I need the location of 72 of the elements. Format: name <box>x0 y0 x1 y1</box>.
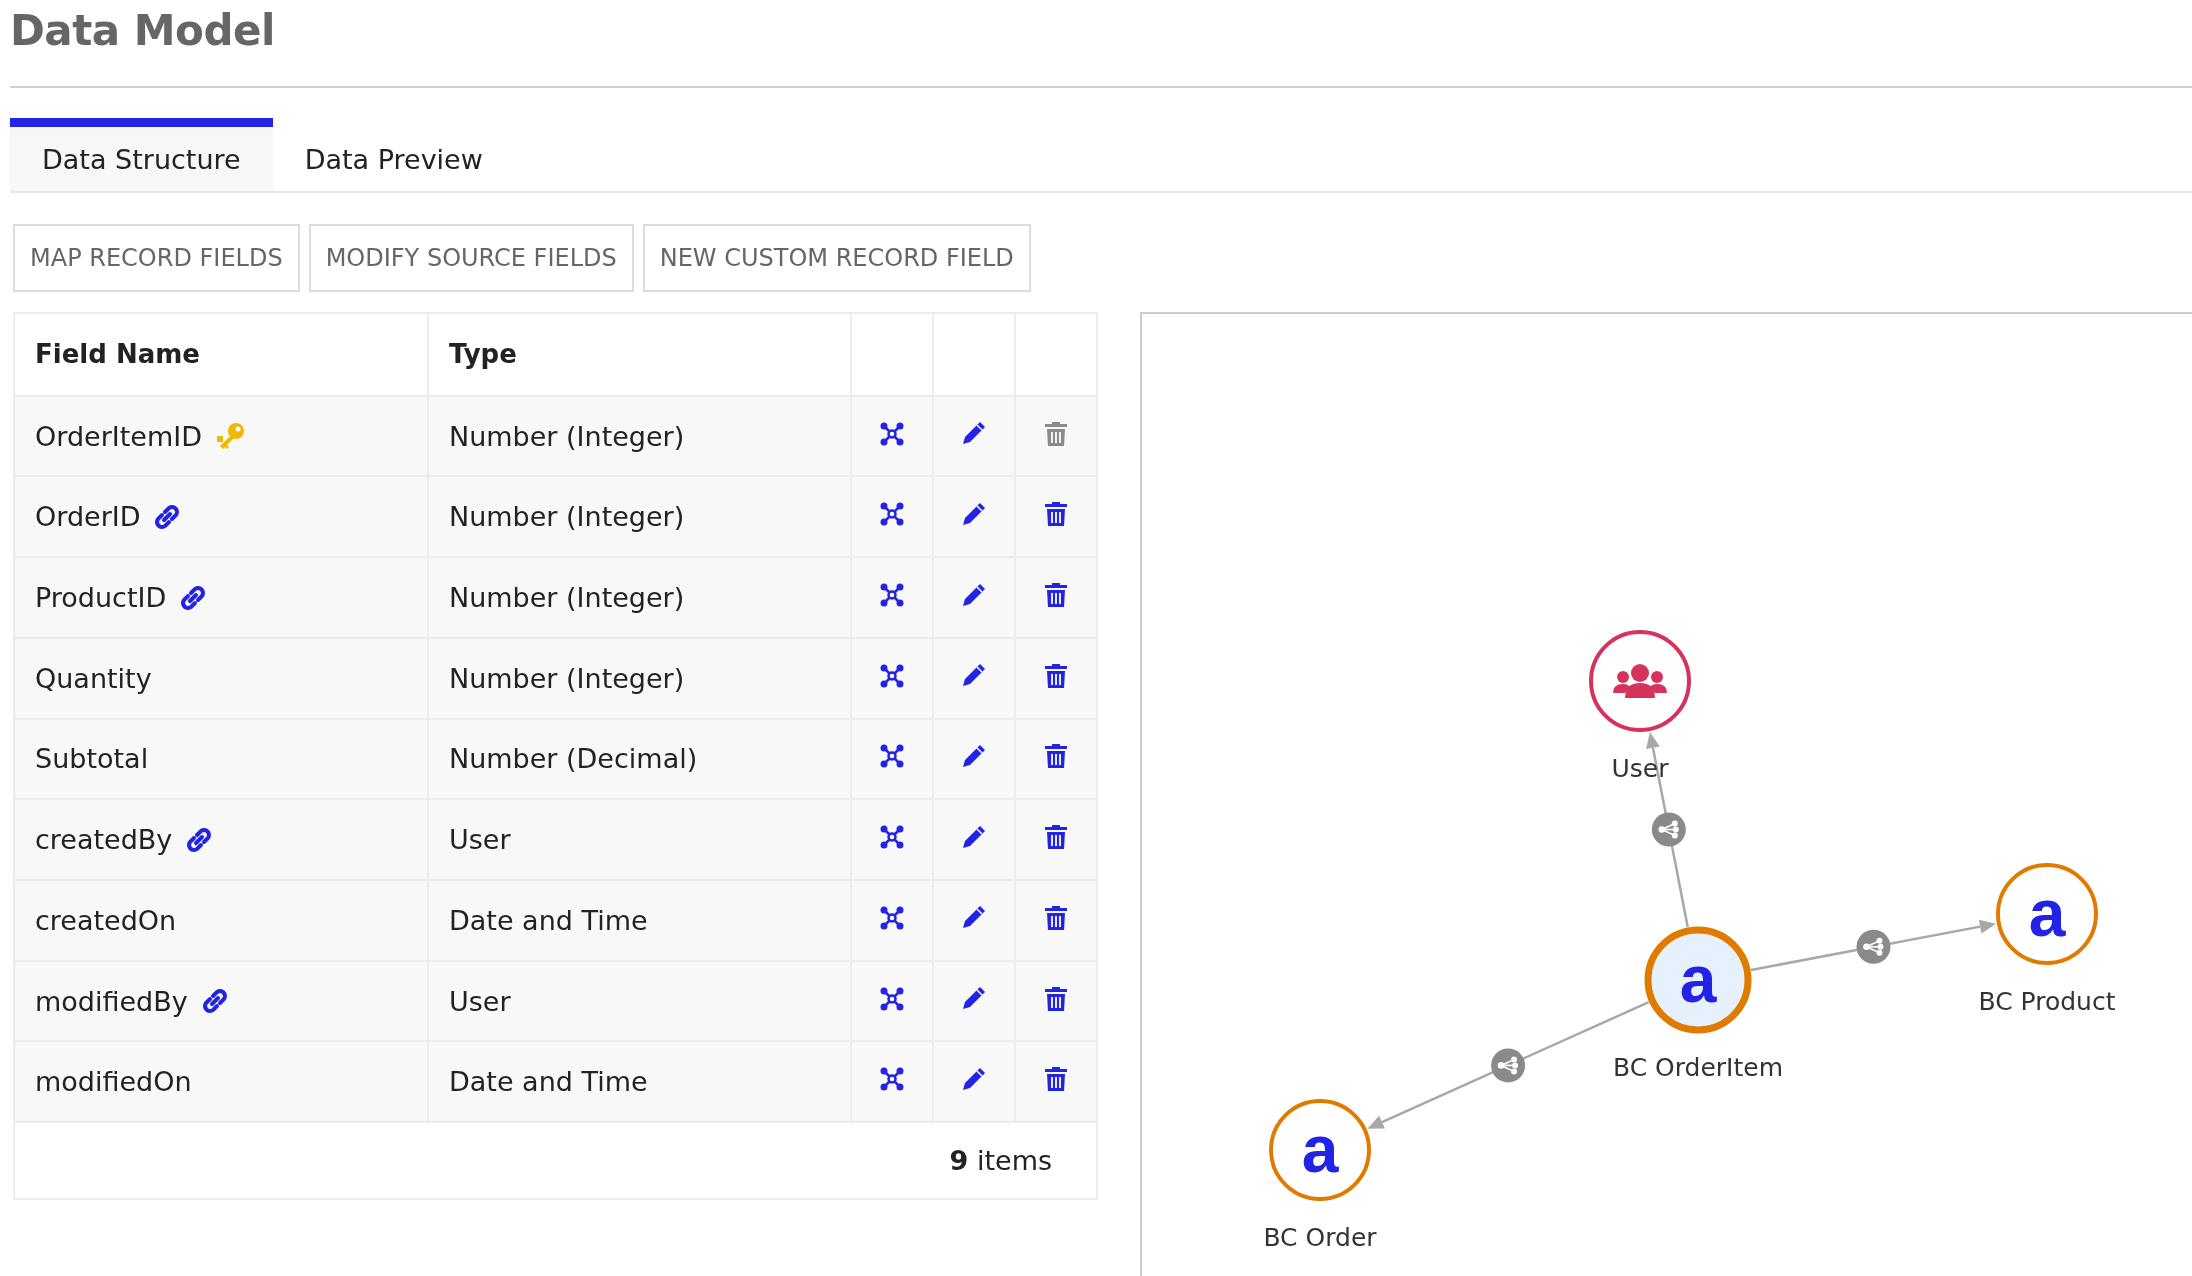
field-name: createdOn <box>35 904 177 936</box>
trash-icon[interactable] <box>1045 825 1067 850</box>
action-button[interactable]: MAP RECORD FIELDS <box>13 224 300 292</box>
pencil-icon[interactable] <box>961 823 987 850</box>
field-type: Date and Time <box>449 904 648 936</box>
node-label: BC Product <box>1978 987 2116 1016</box>
node-label: BC OrderItem <box>1612 1053 1784 1082</box>
field-type: Number (Integer) <box>449 420 685 452</box>
pencil-icon[interactable] <box>961 985 987 1012</box>
logo-letter: a <box>2028 876 2066 950</box>
field-name: OrderItemID <box>35 420 202 452</box>
trash-icon[interactable] <box>1045 1067 1067 1092</box>
trash-icon[interactable] <box>1045 986 1067 1011</box>
key-icon <box>215 421 246 452</box>
page-title: Data Model <box>10 6 275 55</box>
logo-letter: a <box>1679 942 1717 1016</box>
network-icon[interactable] <box>880 663 904 688</box>
column-header: Field Name <box>14 313 428 396</box>
field-name: modifiedOn <box>35 1066 192 1098</box>
network-icon[interactable] <box>880 1067 904 1092</box>
field-type: Number (Integer) <box>449 501 685 533</box>
tab[interactable]: Data Structure <box>10 118 273 191</box>
link-icon[interactable] <box>180 584 207 611</box>
trash-icon[interactable] <box>1045 905 1067 930</box>
field-name: createdBy <box>35 824 173 856</box>
pencil-icon[interactable] <box>961 500 987 527</box>
trash-icon[interactable] <box>1045 502 1067 527</box>
field-name: ProductID <box>35 582 167 614</box>
field-type: User <box>449 824 511 856</box>
field-name: OrderID <box>35 501 141 533</box>
link-icon[interactable] <box>201 988 228 1015</box>
network-icon[interactable] <box>880 502 904 527</box>
item-count: 9 items <box>949 1145 1052 1177</box>
link-icon[interactable] <box>186 826 213 853</box>
network-icon[interactable] <box>880 583 904 608</box>
trash-icon[interactable] <box>1045 583 1067 608</box>
record-node[interactable] <box>1996 863 2098 965</box>
network-icon[interactable] <box>880 905 904 930</box>
network-icon[interactable] <box>880 986 904 1011</box>
field-type: User <box>449 985 511 1017</box>
pencil-icon[interactable] <box>961 662 987 689</box>
field-type: Number (Integer) <box>449 662 685 694</box>
node-label: BC Order <box>1263 1223 1377 1252</box>
people-icon <box>1613 664 1667 698</box>
field-name: Subtotal <box>35 743 149 775</box>
logo-letter: a <box>1301 1112 1339 1186</box>
trash-icon[interactable] <box>1045 744 1067 769</box>
node-label: User <box>1611 754 1669 783</box>
pencil-icon[interactable] <box>961 581 987 608</box>
action-button[interactable]: NEW CUSTOM RECORD FIELD <box>642 224 1031 292</box>
pencil-icon[interactable] <box>961 420 987 447</box>
record-node[interactable] <box>1269 1099 1371 1201</box>
network-icon[interactable] <box>880 744 904 769</box>
network-icon[interactable] <box>880 421 904 446</box>
field-name: Quantity <box>35 662 152 694</box>
trash-icon[interactable] <box>1045 663 1067 688</box>
pencil-icon[interactable] <box>961 904 987 931</box>
field-type: Number (Decimal) <box>449 743 698 775</box>
field-type: Date and Time <box>449 1066 648 1098</box>
pencil-icon[interactable] <box>961 742 987 769</box>
link-icon[interactable] <box>154 503 181 530</box>
network-icon[interactable] <box>880 825 904 850</box>
relation-icon[interactable] <box>1856 929 1891 964</box>
column-header: Type <box>428 313 851 396</box>
field-type: Number (Integer) <box>449 582 685 614</box>
action-button[interactable]: MODIFY SOURCE FIELDS <box>308 224 634 292</box>
field-name: modifiedBy <box>35 985 188 1017</box>
relation-icon[interactable] <box>1651 812 1686 847</box>
record-node[interactable] <box>1644 926 1752 1034</box>
pencil-icon[interactable] <box>961 1065 987 1092</box>
tab[interactable]: Data Preview <box>272 118 515 191</box>
relation-icon[interactable] <box>1491 1048 1526 1083</box>
